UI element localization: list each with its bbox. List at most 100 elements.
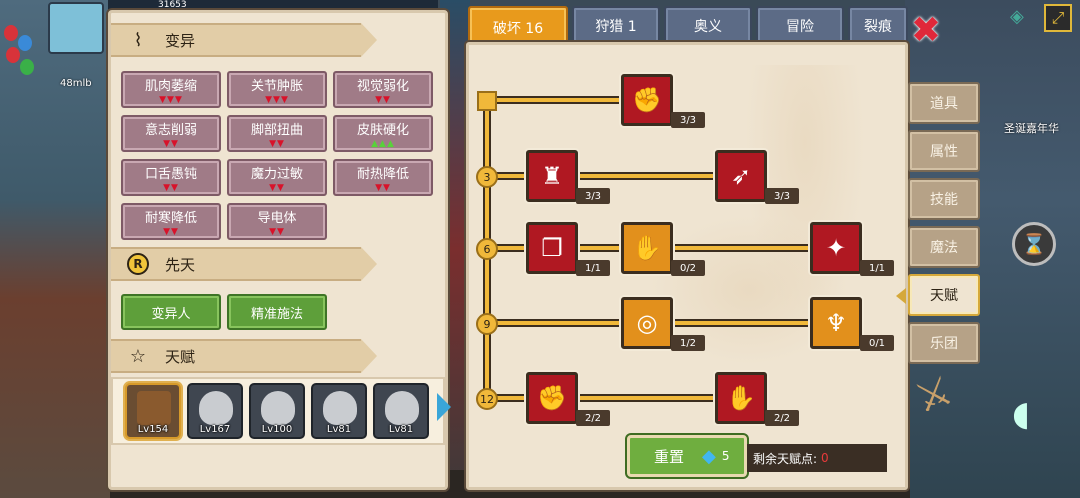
character-card[interactable]: Lv81	[373, 383, 429, 439]
talent-node-count: 3/3	[576, 188, 610, 204]
innate-item[interactable]: 变异人	[121, 294, 221, 330]
talent-node[interactable]: ◎	[621, 297, 673, 349]
map-label: 圣诞嘉年华	[1004, 122, 1059, 135]
mutation-item[interactable]: 魔力过敏 ▼▼	[227, 159, 327, 196]
mutation-item[interactable]: 耐寒降低 ▼▼	[121, 203, 221, 240]
side-tabs: 道具属性技能魔法天赋乐团	[896, 82, 980, 370]
mutation-item[interactable]: 口舌愚钝 ▼▼	[121, 159, 221, 196]
innate-grid: 变异人 精准施法	[121, 294, 327, 330]
top-tab[interactable]: 裂痕	[848, 6, 908, 46]
talent-node[interactable]: ➶	[715, 150, 767, 202]
innate-header: R 先天	[111, 247, 377, 281]
close-button[interactable]: ✖	[908, 10, 944, 51]
side-tab[interactable]: 道具	[908, 82, 980, 124]
character-level: Lv81	[388, 424, 414, 435]
mutation-name: 关节肿胀	[250, 78, 303, 94]
talent-node[interactable]: ✋	[715, 372, 767, 424]
mutation-item[interactable]: 视觉弱化 ▼▼	[333, 71, 433, 108]
mutation-name: 皮肤硬化	[356, 122, 409, 138]
character-portrait	[199, 391, 233, 425]
expand-icon[interactable]: ⤢	[1044, 4, 1072, 32]
talent-node-count: 1/2	[671, 335, 705, 351]
power-fist-icon: ✋	[726, 384, 756, 412]
talent-node-count: 1/1	[576, 260, 610, 276]
remaining-points: 剩余天赋点: 0	[747, 444, 887, 472]
talent-node-count: 3/3	[671, 112, 705, 128]
ripple-ring-icon: ◎	[636, 309, 658, 337]
balloons-decoration	[0, 25, 40, 85]
innate-item[interactable]: 精准施法	[227, 294, 327, 330]
mutation-name: 导电体	[257, 210, 297, 226]
talent-node-count: 2/2	[576, 410, 610, 426]
character-level: Lv167	[199, 424, 231, 435]
down-arrows-icon: ▼▼	[269, 182, 285, 193]
talent-title: 天赋	[165, 347, 196, 366]
down-arrows-icon: ▼▼	[163, 226, 179, 237]
mutation-item[interactable]: 导电体 ▼▼	[227, 203, 327, 240]
hourglass-icon[interactable]: ⌛	[1012, 222, 1056, 266]
talent-node-count: 0/2	[671, 260, 705, 276]
side-tab[interactable]: 属性	[908, 130, 980, 172]
character-level: Lv154	[137, 424, 169, 435]
talent-node-count: 0/1	[860, 335, 894, 351]
mutation-item[interactable]: 肌肉萎缩 ▼▼▼	[121, 71, 221, 108]
scroll-right-arrow[interactable]	[437, 393, 451, 421]
mutation-header: ⌇ 变异	[111, 23, 377, 57]
character-portrait	[261, 391, 295, 425]
mutation-item[interactable]: 皮肤硬化 ▲▲▲	[333, 115, 433, 152]
hp-value: 31653	[158, 0, 187, 10]
mutation-name: 意志削弱	[144, 122, 197, 138]
down-arrows-icon: ▼▼	[269, 138, 285, 149]
mutation-item[interactable]: 脚部扭曲 ▼▼	[227, 115, 327, 152]
character-card[interactable]: Lv167	[187, 383, 243, 439]
reset-label: 重置	[654, 447, 685, 466]
star-icon: ☆	[129, 345, 147, 367]
top-tab[interactable]: 冒险	[756, 6, 844, 46]
down-arrows-icon: ▼▼	[163, 138, 179, 149]
top-tab[interactable]: 狩猎 1	[572, 6, 660, 46]
mutation-item[interactable]: 意志削弱 ▼▼	[121, 115, 221, 152]
talent-node[interactable]: ✦	[810, 222, 862, 274]
talent-node[interactable]: ♆	[810, 297, 862, 349]
mutation-name: 魔力过敏	[250, 166, 303, 182]
talent-node[interactable]: ✊	[621, 74, 673, 126]
mutation-item[interactable]: 关节肿胀 ▼▼▼	[227, 71, 327, 108]
character-level: Lv100	[261, 424, 293, 435]
gem-icon: ◆	[702, 445, 716, 467]
side-tab[interactable]: 魔法	[908, 226, 980, 268]
mutation-name: 耐寒降低	[144, 210, 197, 226]
raised-fist-icon: ✊	[537, 384, 567, 412]
side-tab[interactable]: 乐团	[908, 322, 980, 364]
top-tab[interactable]: 奥义	[664, 6, 752, 46]
mutation-item[interactable]: 耐热降低 ▼▼	[333, 159, 433, 196]
character-card[interactable]: Lv154	[125, 383, 181, 439]
talent-node[interactable]: ✊	[526, 372, 578, 424]
character-card[interactable]: Lv100	[249, 383, 305, 439]
talent-node-count: 1/1	[860, 260, 894, 276]
side-tab[interactable]: 技能	[908, 178, 980, 220]
mutation-name: 口舌愚钝	[144, 166, 197, 182]
tier-badge: 3	[476, 166, 498, 188]
down-arrows-icon: ▼▼▼	[265, 94, 289, 105]
mutation-name: 耐热降低	[356, 166, 409, 182]
player-avatar[interactable]	[48, 2, 104, 54]
talent-node[interactable]: ♜	[526, 150, 578, 202]
down-arrows-icon: ▼▼	[269, 226, 285, 237]
gem-count: 5	[721, 449, 730, 463]
remaining-points-label: 剩余天赋点:	[753, 451, 818, 466]
talent-node[interactable]: ❐	[526, 222, 578, 274]
arrow-shot-icon: ➶	[730, 162, 752, 190]
bow-icon[interactable]: ◖	[1012, 394, 1062, 444]
reset-button[interactable]: 重置 ◆ 5	[627, 435, 747, 477]
talent-node[interactable]: ✋	[621, 222, 673, 274]
mutation-name: 脚部扭曲	[250, 122, 303, 138]
muscle-body-icon: ♜	[541, 162, 563, 190]
claw-wings-icon: ♆	[825, 309, 847, 337]
character-card[interactable]: Lv81	[311, 383, 367, 439]
arm-wrestle-icon: ✊	[632, 86, 662, 114]
tier-badge: 9	[476, 313, 498, 335]
side-tab[interactable]: 天赋	[896, 274, 980, 316]
tier-badge: 12	[476, 388, 498, 410]
down-arrows-icon: ▼▼	[375, 94, 391, 105]
down-arrows-icon: ▼▼	[375, 182, 391, 193]
